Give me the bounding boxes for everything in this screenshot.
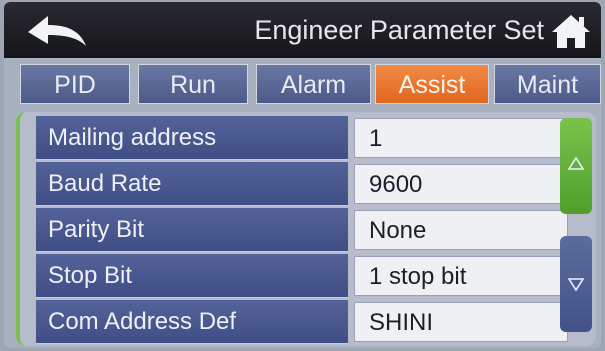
parameter-label: Baud Rate [36,162,348,206]
parameter-row: Parity Bit None [36,208,568,252]
home-icon [552,15,590,48]
home-button[interactable] [550,12,592,50]
parameter-label: Mailing address [36,116,348,160]
parameter-row: Com Address Def SHINI [36,300,568,344]
parameter-panel: Mailing address 1 Baud Rate 9600 Parity … [16,112,596,346]
triangle-down-icon [567,278,585,292]
parameter-label: Stop Bit [36,254,348,298]
parameter-row: Mailing address 1 [36,116,568,160]
tab-assist[interactable]: Assist [375,64,489,104]
tab-alarm[interactable]: Alarm [256,64,371,104]
stop-bit-field[interactable]: 1 stop bit [354,256,568,296]
mailing-address-field[interactable]: 1 [354,118,568,158]
back-arrow-icon [28,16,86,46]
parameter-label: Com Address Def [36,300,348,344]
parameter-row: Baud Rate 9600 [36,162,568,206]
parity-bit-field[interactable]: None [354,210,568,250]
back-button[interactable] [22,10,92,50]
com-address-def-field[interactable]: SHINI [354,302,568,342]
tab-pid[interactable]: PID [20,64,130,104]
parameter-label: Parity Bit [36,208,348,252]
scroll-down-button[interactable] [560,236,592,332]
tab-bar: PID Run Alarm Assist Maint [4,64,601,106]
tab-maint[interactable]: Maint [494,64,601,104]
screen: Engineer Parameter Set PID Run Alarm Ass… [4,2,601,348]
baud-rate-field[interactable]: 9600 [354,164,568,204]
scroll-up-button[interactable] [560,118,592,214]
tab-run[interactable]: Run [138,64,248,104]
page-title: Engineer Parameter Set [254,15,544,45]
triangle-up-icon [567,156,585,170]
header-bar: Engineer Parameter Set [4,2,601,58]
parameter-row: Stop Bit 1 stop bit [36,254,568,298]
